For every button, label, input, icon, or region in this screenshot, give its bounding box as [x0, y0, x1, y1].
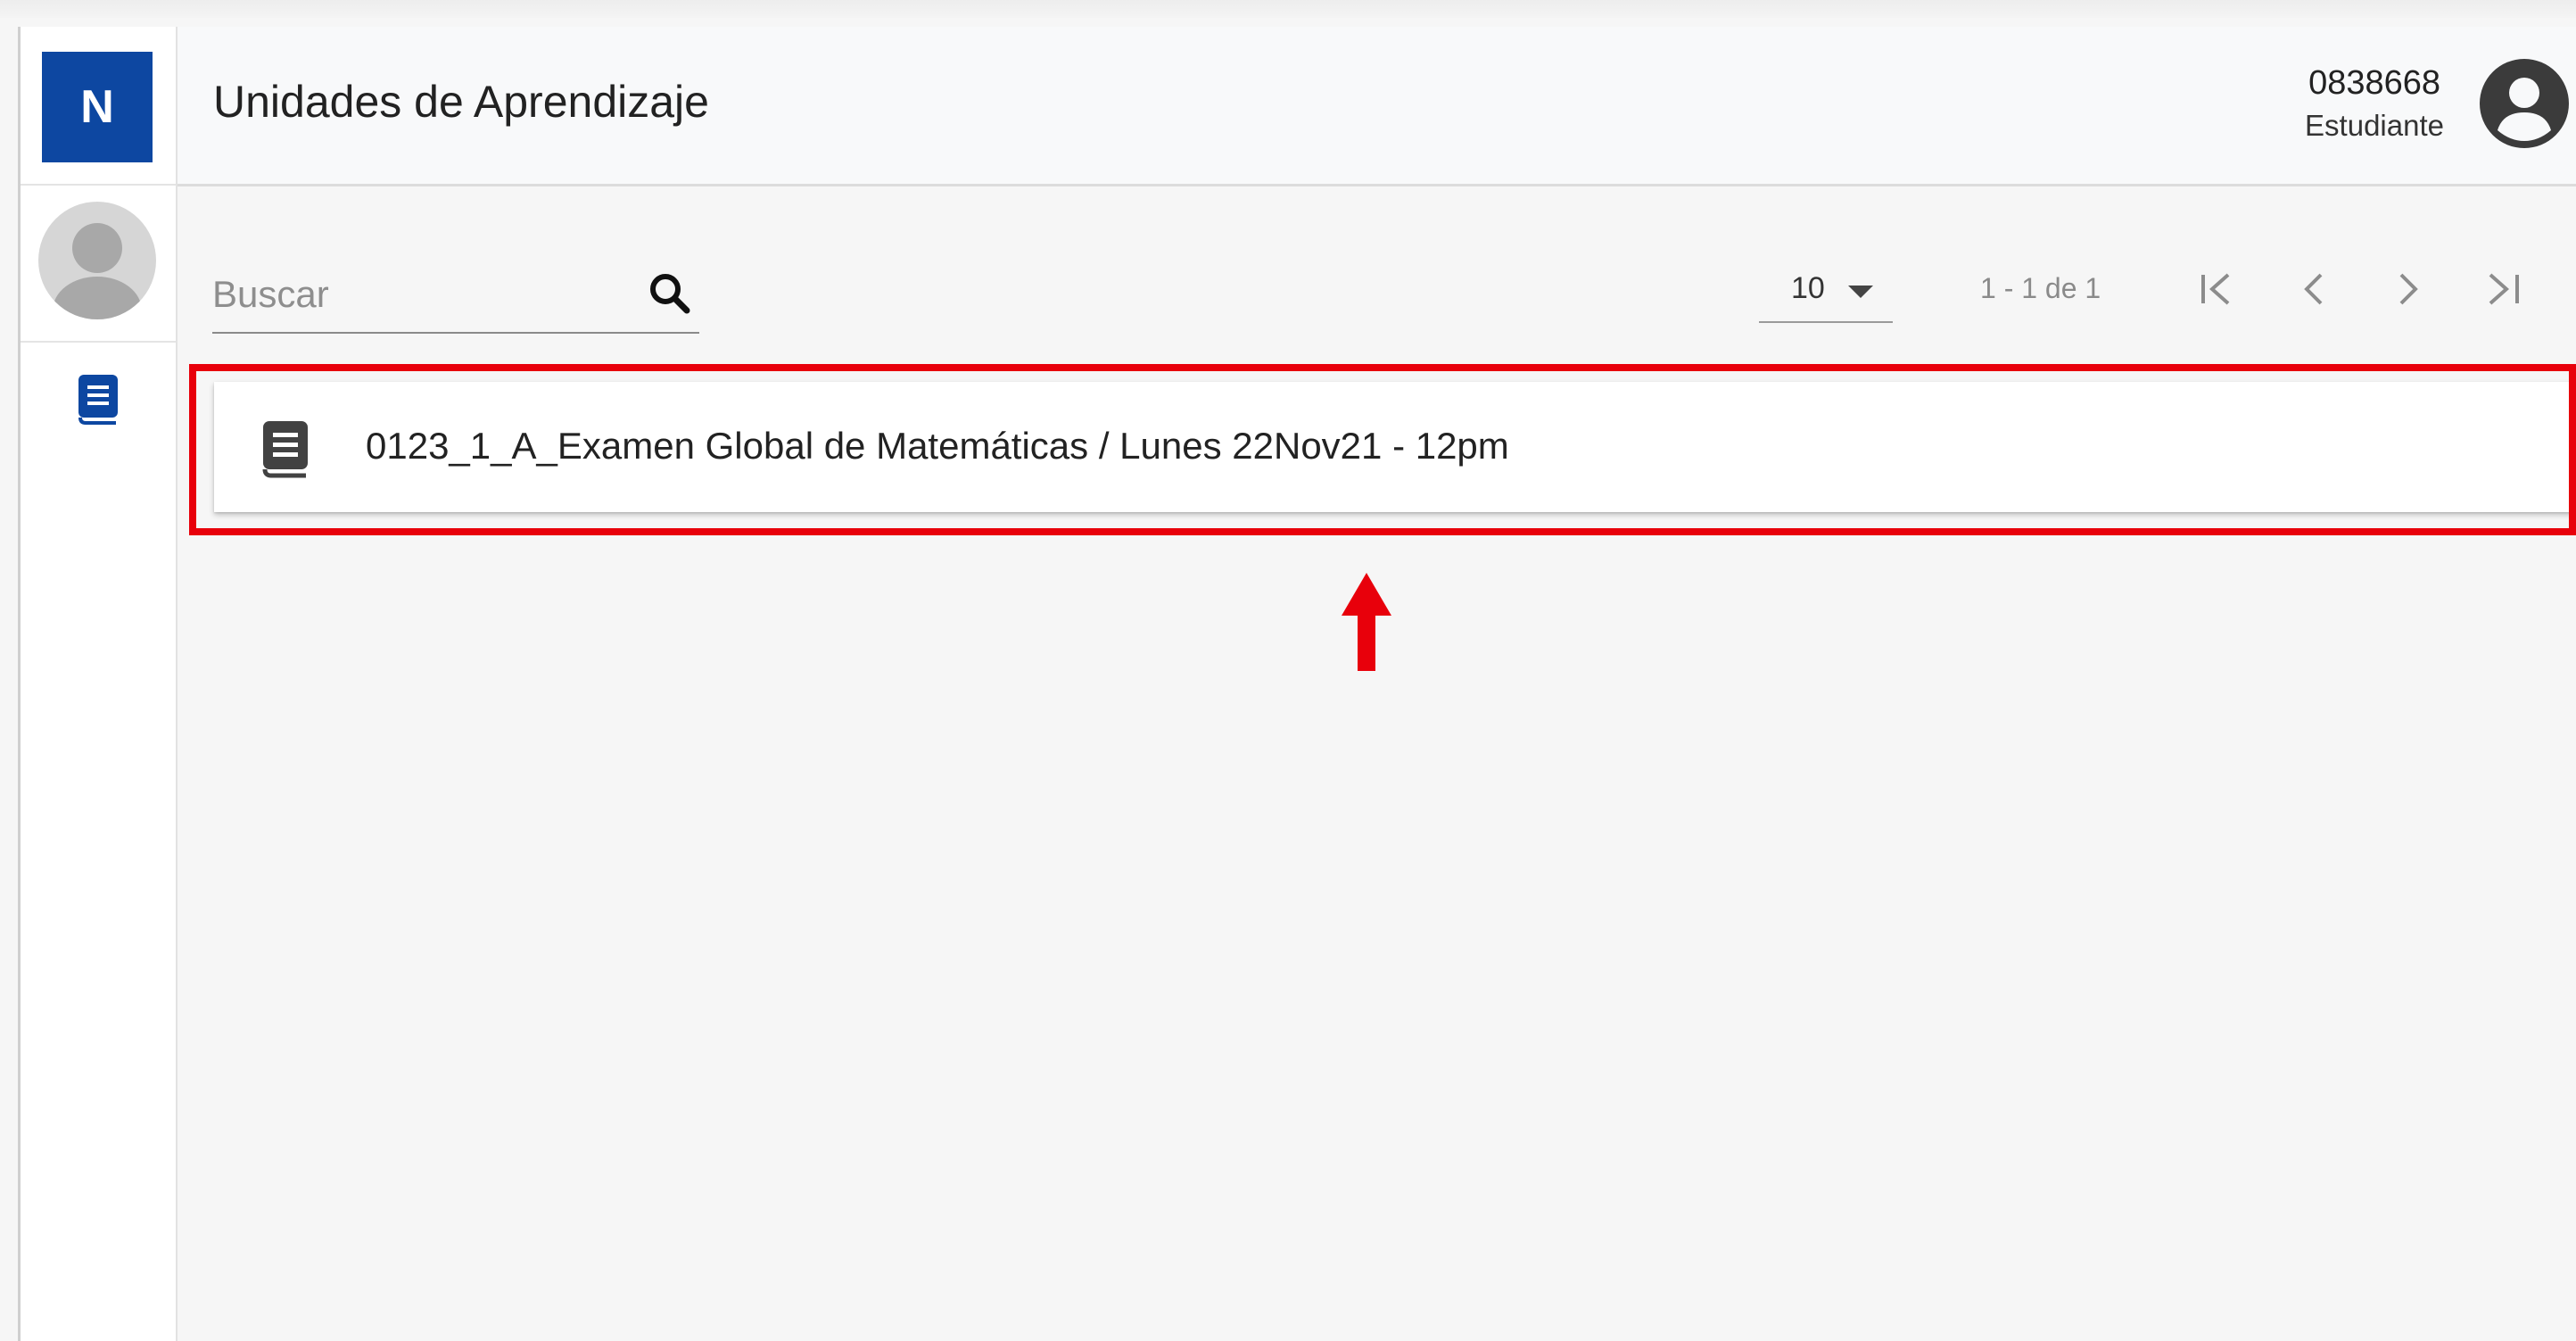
sidebar-item-learning-units[interactable] [77, 373, 120, 425]
user-code: 0838668 [2308, 64, 2440, 102]
account-menu-button[interactable] [2478, 57, 2571, 150]
search-icon[interactable] [646, 269, 694, 318]
app-header: Unidades de Aprendizaje 0838668 Estudian… [178, 27, 2576, 186]
sidebar-divider [21, 184, 176, 186]
red-arrow-up-icon [1342, 573, 1391, 671]
page-size-select[interactable]: 10 [1759, 262, 1893, 323]
sidebar: N [21, 27, 178, 1341]
pagination-range: 1 - 1 de 1 [1980, 272, 2101, 304]
search-input[interactable] [212, 268, 623, 321]
app-logo[interactable]: N [42, 52, 153, 162]
search-field [212, 259, 699, 334]
account-circle-icon [2480, 59, 2569, 148]
last-page-icon[interactable] [2476, 262, 2530, 316]
person-silhouette-icon [53, 223, 142, 319]
sidebar-avatar[interactable] [38, 202, 156, 319]
book-icon [78, 375, 118, 425]
page-size-value: 10 [1791, 271, 1825, 305]
sidebar-divider [21, 341, 176, 343]
previous-page-icon[interactable] [2287, 262, 2341, 316]
user-role: Estudiante [2305, 109, 2444, 142]
page-title: Unidades de Aprendizaje [213, 77, 709, 127]
top-strip [0, 0, 2576, 18]
highlight-box [189, 364, 2576, 535]
next-page-icon[interactable] [2382, 262, 2435, 316]
first-page-icon[interactable] [2191, 262, 2244, 316]
caret-down-icon [1848, 286, 1873, 298]
